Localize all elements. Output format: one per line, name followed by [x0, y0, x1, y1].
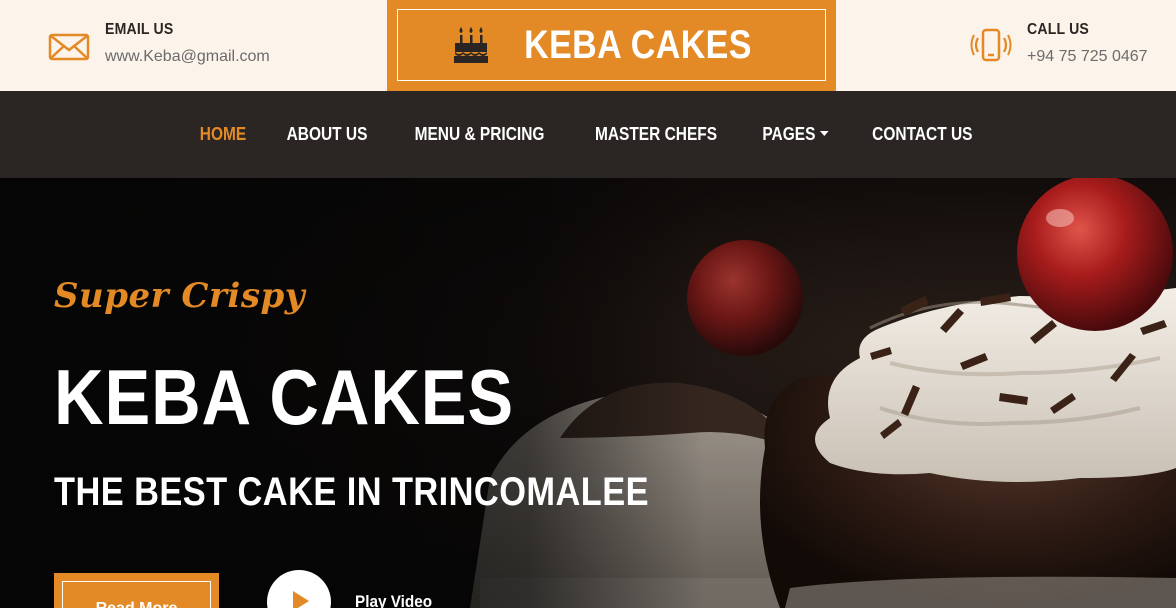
brand-name: KEBA CAKES — [523, 22, 752, 67]
nav-master-chefs[interactable]: MASTER CHEFS — [595, 124, 717, 145]
call-contact: CALL US +94 75 725 0467 — [970, 18, 1148, 69]
call-label: CALL US — [1027, 21, 1089, 38]
read-more-label: Read More — [62, 581, 211, 608]
play-icon — [293, 591, 309, 608]
nav-home[interactable]: HOME — [200, 124, 246, 145]
play-video-label[interactable]: Play Video — [355, 592, 432, 608]
read-more-button[interactable]: Read More — [54, 573, 219, 608]
phone-number[interactable]: +94 75 725 0467 — [1027, 45, 1148, 69]
brand-frame: KEBA CAKES — [397, 9, 826, 81]
hero-banner: Super Crispy KEBA CAKES THE BEST CAKE IN… — [0, 178, 1176, 608]
nav-contact-us[interactable]: CONTACT US — [872, 124, 972, 145]
top-contact-bar: EMAIL US www.Keba@gmail.com KEBA CAKES C… — [0, 0, 1176, 91]
brand-logo[interactable]: KEBA CAKES — [387, 0, 836, 91]
main-navigation: HOME ABOUT US MENU & PRICING MASTER CHEF… — [0, 91, 1176, 178]
caret-down-icon — [819, 130, 829, 136]
phone-icon — [970, 24, 1012, 66]
nav-about-us[interactable]: ABOUT US — [286, 124, 367, 145]
email-label: EMAIL US — [105, 21, 174, 38]
email-address[interactable]: www.Keba@gmail.com — [105, 45, 270, 69]
nav-pages-dropdown[interactable]: PAGES — [762, 124, 829, 145]
envelope-icon — [48, 24, 90, 66]
birthday-cake-icon — [453, 27, 488, 63]
hero-tagline: Super Crispy — [54, 276, 305, 316]
nav-menu-pricing[interactable]: MENU & PRICING — [414, 124, 544, 145]
hero-subtitle: THE BEST CAKE IN TRINCOMALEE — [54, 470, 649, 514]
email-contact: EMAIL US www.Keba@gmail.com — [48, 18, 270, 69]
hero-title: KEBA CAKES — [54, 353, 515, 441]
nav-pages-label: PAGES — [762, 124, 816, 144]
